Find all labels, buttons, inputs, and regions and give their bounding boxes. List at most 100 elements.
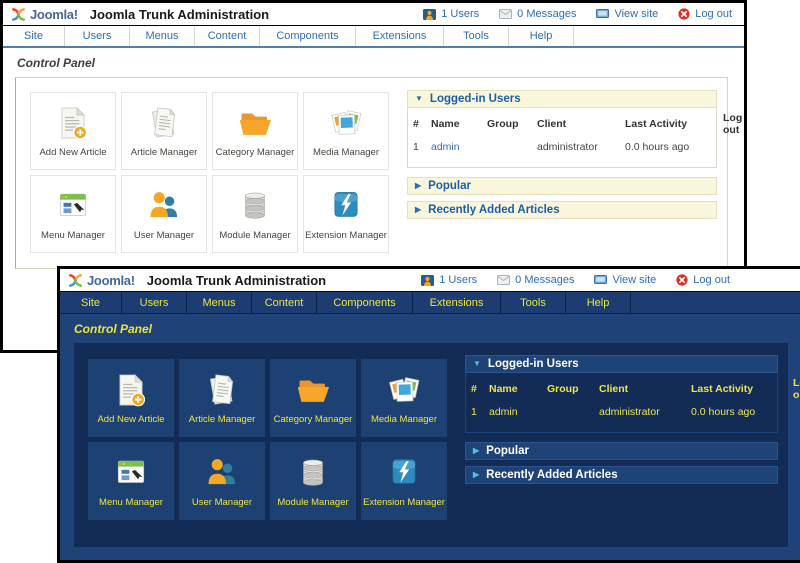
tile-module-manager[interactable]: Module Manager [270,442,356,520]
media-manager-icon [383,371,425,409]
tile-media-manager[interactable]: Media Manager [303,92,389,170]
tile-add-new-article[interactable]: Add New Article [30,92,116,170]
category-manager-icon [234,104,276,142]
menu-tools[interactable]: Tools [444,26,509,46]
tile-label: Category Manager [216,147,295,158]
title-bar: Joomla! Joomla Trunk Administration 1 Us… [60,269,800,292]
cpanel-modules: ▼ Logged-in Users # Name Group Client La… [453,343,788,547]
tile-user-manager[interactable]: User Manager [179,442,265,520]
menu-users[interactable]: Users [65,26,130,46]
menu-site[interactable]: Site [60,292,122,313]
logged-in-users-table: # Name Group Client Last Activity Log ou… [465,373,778,433]
cell-client: administrator [596,403,688,420]
menu-manager-icon [52,187,94,225]
page-heading: Control Panel [17,56,744,70]
log-out-link[interactable]: Log out [678,8,732,20]
chevron-right-icon: ▶ [473,471,479,479]
user-admin-link[interactable]: admin [489,406,518,418]
tile-menu-manager[interactable]: Menu Manager [88,442,174,520]
logged-in-users-link[interactable]: 1 Users [423,8,479,20]
chevron-right-icon: ▶ [415,206,421,214]
users-icon [421,275,434,286]
messages-link[interactable]: 0 Messages [499,8,576,20]
joomla-logo: Joomla! [68,273,135,288]
logout-icon [678,8,690,20]
tile-category-manager[interactable]: Category Manager [212,92,298,170]
messages-link[interactable]: 0 Messages [497,274,574,286]
logged-in-users-header[interactable]: ▼ Logged-in Users [407,90,717,108]
tile-extension-manager[interactable]: Extension Manager [303,175,389,253]
media-manager-icon [325,104,367,142]
user-manager-icon [201,454,243,492]
popular-header[interactable]: ▶ Popular [465,442,778,460]
tile-label: Media Manager [313,147,379,158]
add-article-icon [52,104,94,142]
col-num: # [468,374,486,403]
tile-user-manager[interactable]: User Manager [121,175,207,253]
menu-users[interactable]: Users [122,292,187,313]
main-menu: Site Users Menus Content Components Exte… [3,26,744,48]
cell-last-activity: 0.0 hours ago [622,138,720,155]
tile-article-manager[interactable]: Article Manager [179,359,265,437]
menu-help[interactable]: Help [566,292,631,313]
control-panel-box: Add New Article Article Manager Category… [15,77,728,269]
menu-menus[interactable]: Menus [130,26,195,46]
admin-window-dark: Joomla! Joomla Trunk Administration 1 Us… [57,266,800,563]
main-menu: Site Users Menus Content Components Exte… [60,292,800,314]
menu-extensions[interactable]: Extensions [356,26,444,46]
cell-client: administrator [534,138,622,155]
tile-add-new-article[interactable]: Add New Article [88,359,174,437]
tile-label: User Manager [134,230,194,241]
menu-menus[interactable]: Menus [187,292,252,313]
logged-in-users-header[interactable]: ▼ Logged-in Users [465,355,778,373]
table-header-row: # Name Group Client Last Activity Log ou… [410,109,720,138]
col-group: Group [544,374,596,403]
mail-icon [497,275,510,285]
tile-module-manager[interactable]: Module Manager [212,175,298,253]
user-admin-link[interactable]: admin [431,141,460,153]
view-site-link[interactable]: View site [596,8,658,20]
tile-menu-manager[interactable]: Menu Manager [30,175,116,253]
tile-label: Extension Manager [305,230,387,241]
cell-group [544,403,596,420]
extension-manager-icon [325,187,367,225]
menu-content[interactable]: Content [252,292,317,313]
cell-num: 1 [468,403,486,420]
recently-added-header[interactable]: ▶ Recently Added Articles [465,466,778,484]
col-name: Name [428,109,484,138]
extension-manager-icon [383,454,425,492]
tile-category-manager[interactable]: Category Manager [270,359,356,437]
tile-label: Menu Manager [41,230,105,241]
tile-article-manager[interactable]: Article Manager [121,92,207,170]
tile-label: Menu Manager [99,497,163,508]
col-name: Name [486,374,544,403]
col-last-activity: Last Activity [622,109,720,138]
menu-extensions[interactable]: Extensions [413,292,501,313]
log-out-link[interactable]: Log out [676,274,730,286]
menu-tools[interactable]: Tools [501,292,566,313]
menu-help[interactable]: Help [509,26,574,46]
recently-added-header[interactable]: ▶ Recently Added Articles [407,201,717,219]
add-article-icon [110,371,152,409]
chevron-right-icon: ▶ [415,182,421,190]
menu-components[interactable]: Components [260,26,356,46]
cpanel-modules: ▼ Logged-in Users # Name Group Client La… [395,78,727,268]
monitor-icon [596,9,609,19]
tile-media-manager[interactable]: Media Manager [361,359,447,437]
control-panel-box: Add New Article Article Manager Category… [74,343,788,547]
view-site-link[interactable]: View site [594,274,656,286]
col-group: Group [484,109,534,138]
quick-icons: Add New Article Article Manager Category… [74,343,453,547]
joomla-logo-icon [11,7,26,22]
logged-in-users-link[interactable]: 1 Users [421,274,477,286]
tile-extension-manager[interactable]: Extension Manager [361,442,447,520]
article-manager-icon [201,371,243,409]
cell-group [484,138,534,155]
tile-label: Module Manager [277,497,348,508]
popular-header[interactable]: ▶ Popular [407,177,717,195]
menu-site[interactable]: Site [3,26,65,46]
menu-components[interactable]: Components [317,292,413,313]
monitor-icon [594,275,607,285]
menu-manager-icon [110,454,152,492]
menu-content[interactable]: Content [195,26,260,46]
